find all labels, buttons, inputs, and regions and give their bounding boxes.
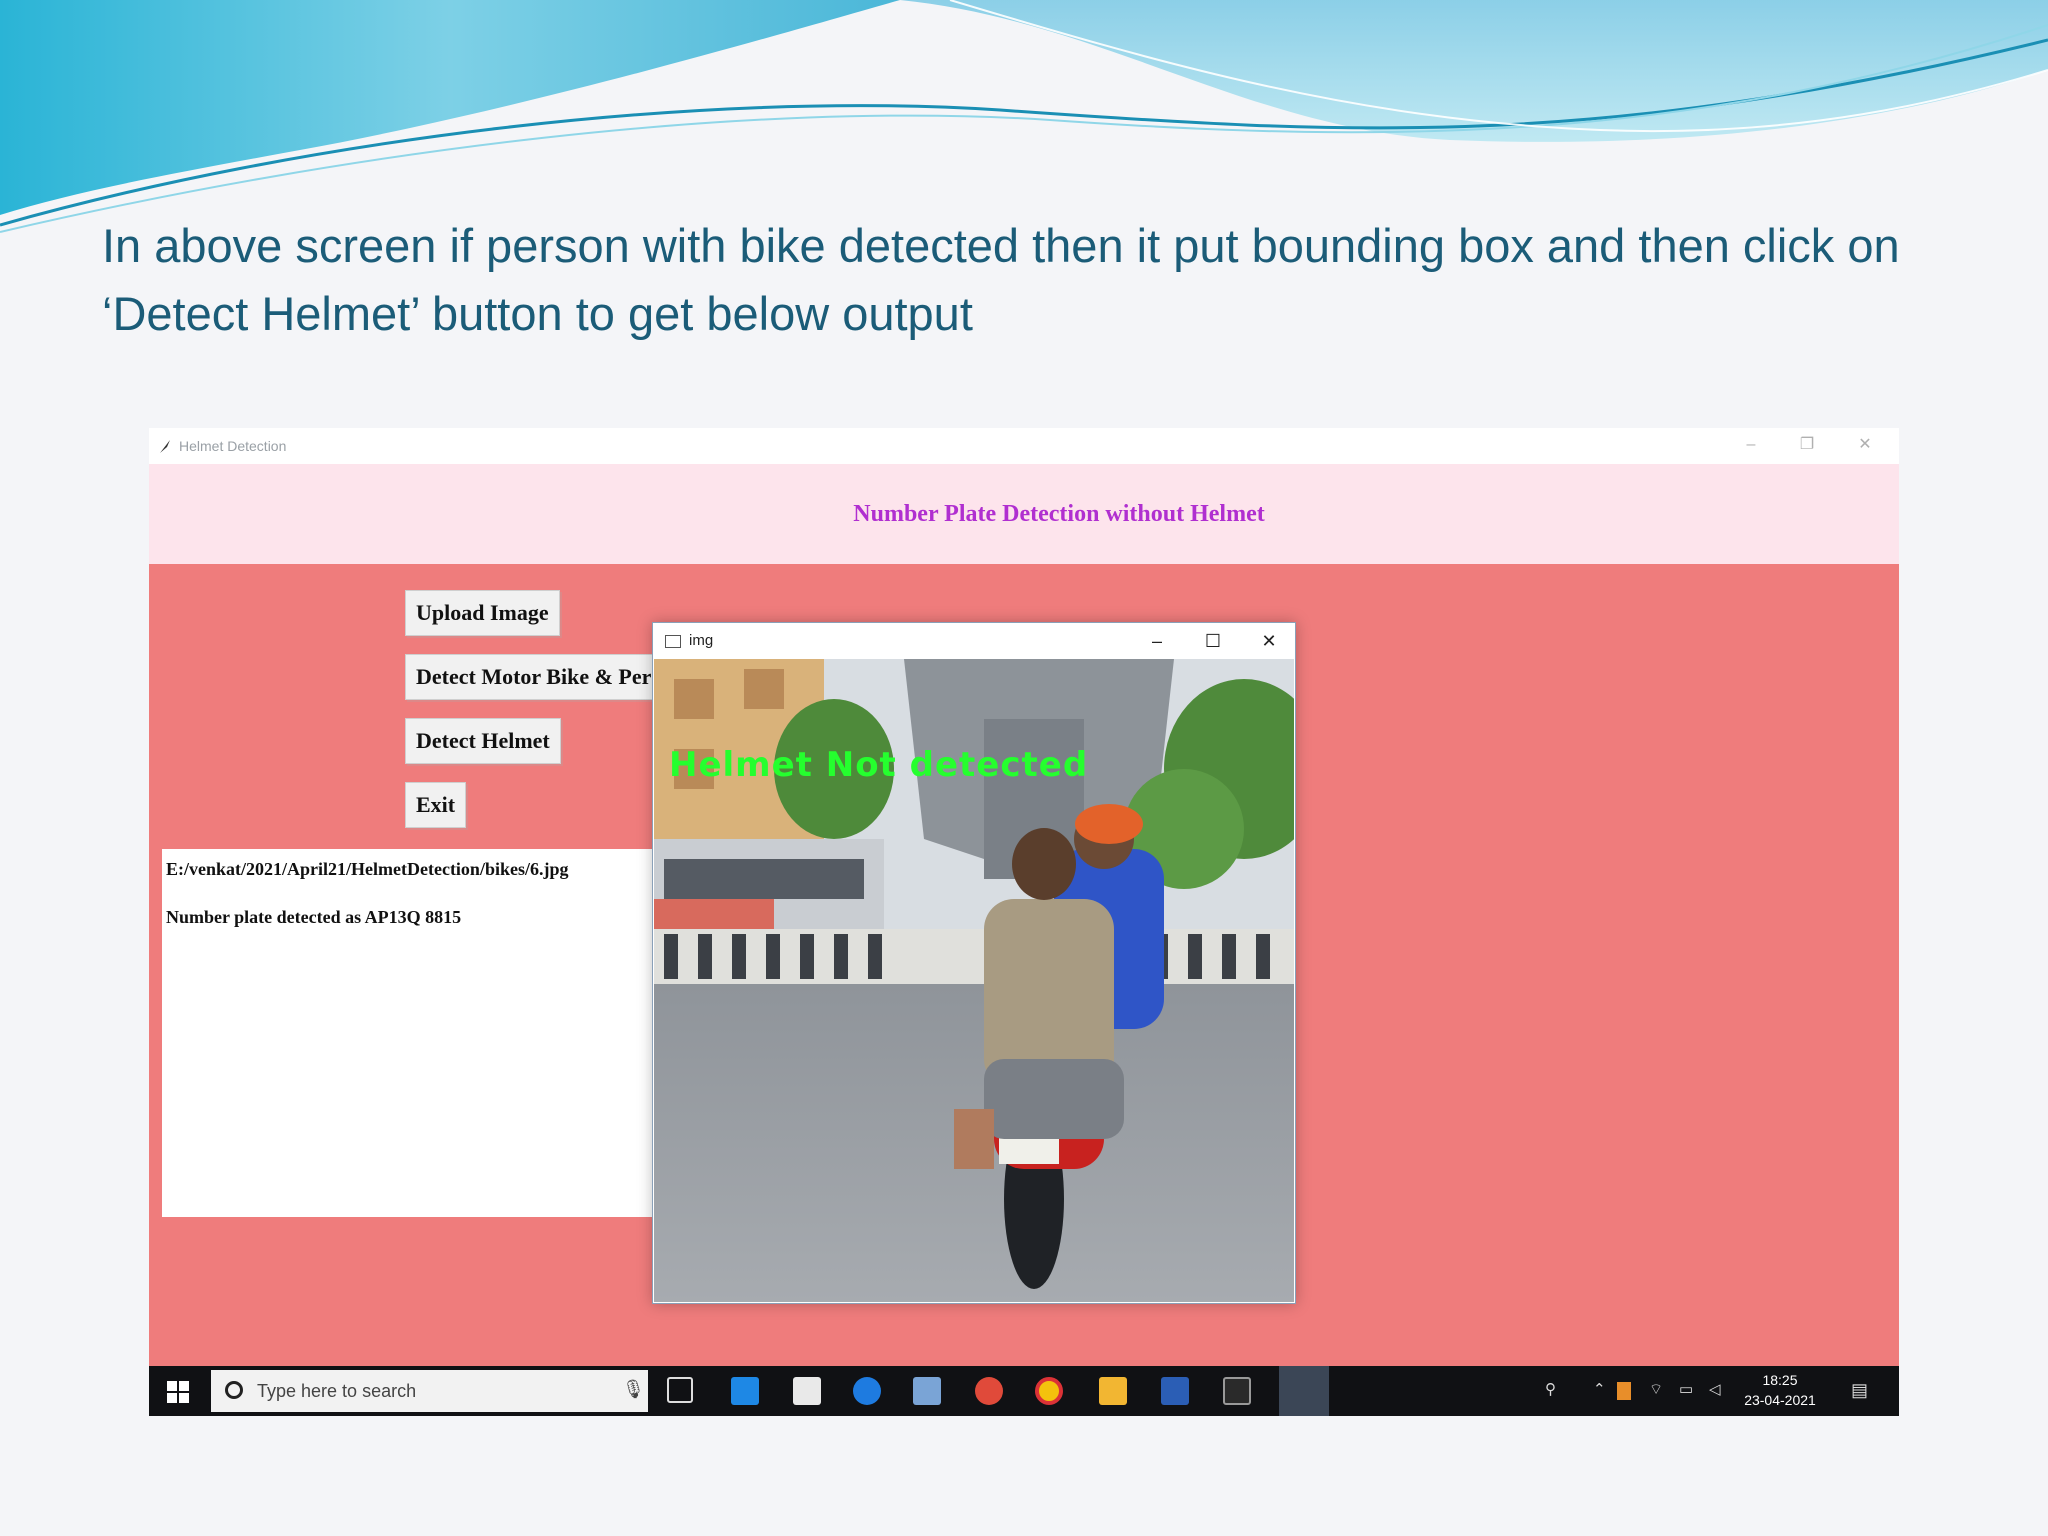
minimize-button[interactable]: – <box>1731 432 1771 458</box>
clock-time: 18:25 <box>1762 1372 1798 1388</box>
store-icon[interactable] <box>793 1377 821 1405</box>
exit-button[interactable]: Exit <box>405 782 467 828</box>
chevron-up-icon[interactable]: ⌃ <box>1593 1380 1606 1398</box>
task-view-icon[interactable] <box>667 1377 693 1403</box>
windows-start-icon[interactable] <box>167 1381 189 1403</box>
python-icon[interactable] <box>1279 1366 1329 1416</box>
output-file-path: E:/venkat/2021/April21/HelmetDetection/b… <box>166 859 569 879</box>
image-window-titlebar: img – ☐ ✕ <box>653 623 1295 659</box>
app-icon-red[interactable] <box>975 1377 1003 1405</box>
windows-taskbar: Type here to search 🎙 ⚲ ⌃ ⌔ ▭ ◁ 18:25 23… <box>149 1366 1899 1416</box>
image-window-title: img <box>689 632 714 649</box>
battery-icon[interactable]: ▭ <box>1679 1380 1693 1398</box>
edge-icon[interactable] <box>853 1377 881 1405</box>
image-maximize-button[interactable]: ☐ <box>1191 627 1235 655</box>
image-minimize-button[interactable]: – <box>1135 627 1179 655</box>
app-heading: Number Plate Detection without Helmet <box>853 501 1265 527</box>
app-titlebar: Helmet Detection – ❐ ✕ <box>149 428 1899 464</box>
restore-button[interactable]: ❐ <box>1787 432 1827 458</box>
app-icon[interactable] <box>913 1377 941 1405</box>
terminal-icon[interactable] <box>1223 1377 1251 1405</box>
output-text-area[interactable]: E:/venkat/2021/April21/HelmetDetection/b… <box>162 849 682 1217</box>
search-placeholder: Type here to search <box>257 1381 417 1401</box>
helmet-detection-window: Helmet Detection – ❐ ✕ Number Plate Dete… <box>149 428 1899 1416</box>
image-preview-window: img – ☐ ✕ Helmet Not detected <box>652 622 1296 1304</box>
word-icon[interactable] <box>1161 1377 1189 1405</box>
mail-icon[interactable] <box>731 1377 759 1405</box>
output-plate-result: Number plate detected as AP13Q 8815 <box>166 907 462 927</box>
search-icon <box>225 1381 243 1399</box>
close-button[interactable]: ✕ <box>1845 432 1885 458</box>
wifi-icon[interactable]: ⌔ <box>1649 1380 1663 1399</box>
detect-helmet-button[interactable]: Detect Helmet <box>405 718 561 764</box>
upload-image-button[interactable]: Upload Image <box>405 590 560 636</box>
people-icon[interactable]: ⚲ <box>1545 1380 1556 1398</box>
chrome-icon[interactable] <box>1035 1377 1063 1405</box>
slide-header-wave <box>0 0 2048 233</box>
slide-caption: In above screen if person with bike dete… <box>102 219 1900 340</box>
feather-icon <box>160 440 170 453</box>
tray-app-icon[interactable] <box>1617 1382 1631 1400</box>
image-window-icon <box>665 635 681 648</box>
helmet-status-overlay: Helmet Not detected <box>669 745 1089 785</box>
taskbar-clock[interactable]: 18:25 23-04-2021 <box>1744 1370 1816 1410</box>
notification-icon[interactable]: ▤ <box>1851 1380 1868 1401</box>
taskbar-search-box[interactable]: Type here to search 🎙 <box>211 1370 648 1412</box>
clock-date: 23-04-2021 <box>1744 1392 1816 1408</box>
volume-icon[interactable]: ◁ <box>1709 1380 1721 1398</box>
file-explorer-icon[interactable] <box>1099 1377 1127 1405</box>
image-close-button[interactable]: ✕ <box>1247 627 1291 655</box>
microphone-icon[interactable]: 🎙 <box>622 1379 645 1400</box>
detect-motor-bike-person-button[interactable]: Detect Motor Bike & Person <box>405 654 667 700</box>
app-window-title: Helmet Detection <box>179 438 287 454</box>
